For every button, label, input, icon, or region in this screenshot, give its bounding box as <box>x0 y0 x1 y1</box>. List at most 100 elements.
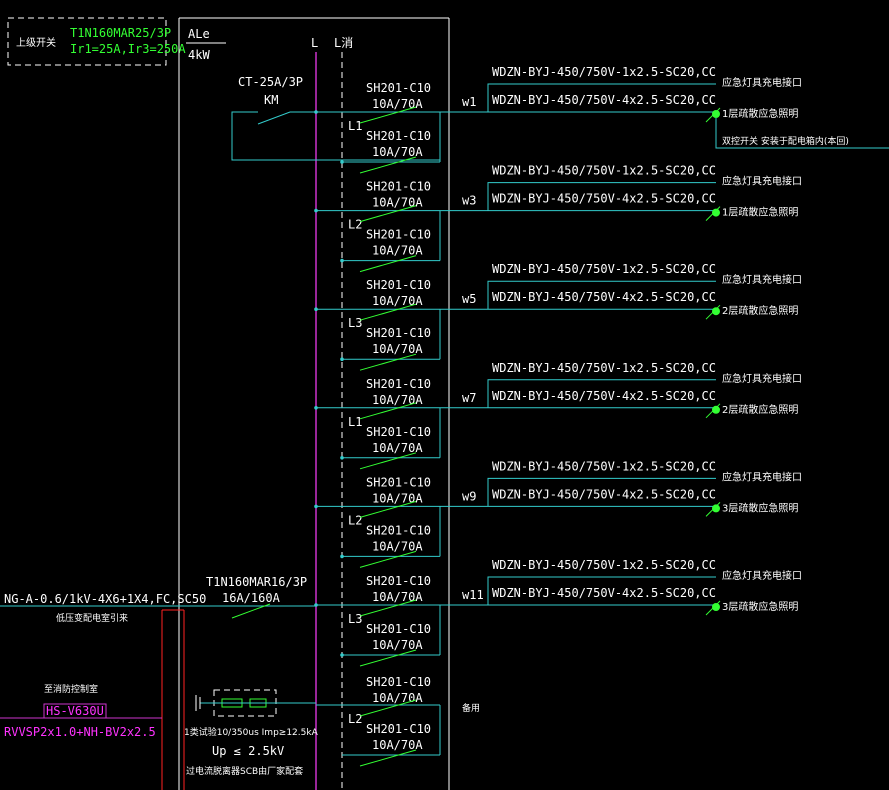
circuit-block: SH201-C1010A/70AL2SH201-C1010A/70Aw3WDZN… <box>314 164 802 273</box>
incoming-cable: NG-A-0.6/1kV-4X6+1X4,FC,SC50 <box>4 592 206 606</box>
destination-a: 应急灯具充电接口 <box>722 470 802 483</box>
bus-tap-dot <box>314 504 318 509</box>
cable-a: WDZN-BYJ-450/750V-1x2.5-SC20,CC <box>492 459 716 473</box>
breaker-a-model: SH201-C10 <box>366 574 431 588</box>
breaker-b-switch <box>359 156 417 174</box>
destination-b: 1层疏散应急照明 <box>722 206 798 219</box>
fire-control-module: HS-V630U <box>46 704 104 718</box>
spd-spec: 1类试验10/350us Imp≥12.5kA <box>184 726 319 738</box>
destination-b: 3层疏散应急照明 <box>722 501 798 514</box>
circuit-phase: L3 <box>348 612 362 626</box>
cable-b: WDZN-BYJ-450/750V-4x2.5-SC20,CC <box>492 192 716 206</box>
circuit-phase: L2 <box>348 218 362 232</box>
breaker-a-model: SH201-C10 <box>366 81 431 95</box>
bus-fire-tap-dot <box>340 258 344 263</box>
fire-control-cable: RVVSP2x1.0+NH-BV2x2.5 <box>4 725 156 739</box>
breaker-b-switch <box>359 550 417 568</box>
spd-note: 过电流脱离器SCB由厂家配套 <box>186 765 303 777</box>
breaker-b-model: SH201-C10 <box>366 326 431 340</box>
fire-control-room: 至消防控制室 <box>44 683 98 695</box>
circuit-id: w7 <box>462 391 476 405</box>
terminal-dot <box>712 405 720 414</box>
destination-a: 应急灯具充电接口 <box>722 273 802 286</box>
breaker-b-model: SH201-C10 <box>366 425 431 439</box>
cable-b: WDZN-BYJ-450/750V-4x2.5-SC20,CC <box>492 290 716 304</box>
circuit-phase: L2 <box>348 513 362 527</box>
breaker-a-model: SH201-C10 <box>366 278 431 292</box>
destination-a: 应急灯具充电接口 <box>722 76 802 89</box>
breaker-b-switch <box>359 452 417 470</box>
destination-b: 2层疏散应急照明 <box>722 403 798 416</box>
bus-fire-tap-dot <box>340 653 344 657</box>
circuit-id: w3 <box>462 194 476 208</box>
breaker-a-rating: 10A/70A <box>372 590 423 604</box>
bus-fire-tap-dot <box>340 554 344 559</box>
circuit-phase: L1 <box>348 415 362 429</box>
terminal-dot <box>712 208 720 217</box>
breaker-a-model: SH201-C10 <box>366 377 431 391</box>
destination-b: 1层疏散应急照明 <box>722 107 798 120</box>
terminal-dot <box>712 307 720 316</box>
spare-switch-b <box>359 749 417 767</box>
cable-a: WDZN-BYJ-450/750V-1x2.5-SC20,CC <box>492 262 716 276</box>
breaker-a-model: SH201-C10 <box>366 180 431 194</box>
spare-label: 备用 <box>462 702 480 714</box>
main-breaker-model: T1N160MAR16/3P <box>206 575 307 589</box>
bus-fire-tap-dot <box>340 357 344 362</box>
incoming-source: 低压变配电室引来 <box>56 612 128 624</box>
circuit-id: w9 <box>462 489 476 503</box>
destination-a: 应急灯具充电接口 <box>722 569 802 582</box>
circuit-id: w5 <box>462 292 476 306</box>
bus-fire-label: L消 <box>334 36 353 50</box>
terminal-dot <box>712 603 720 611</box>
spare-circuit: SH201-C10 10A/70A L2 SH201-C10 10A/70A 备… <box>316 675 480 767</box>
breaker-a-rating: 10A/70A <box>372 393 423 407</box>
main-breaker-rating: 16A/160A <box>222 591 281 605</box>
bus-tap-dot <box>314 208 318 213</box>
circuit-phase: L3 <box>348 316 362 330</box>
spare-breaker-b: SH201-C10 <box>366 722 431 736</box>
breaker-b-model: SH201-C10 <box>366 622 431 636</box>
circuit-block: SH201-C1010A/70AL3SH201-C1010A/70Aw5WDZN… <box>314 262 802 371</box>
circuit-block: SH201-C1010A/70AL1SH201-C1010A/70Aw7WDZN… <box>314 361 802 470</box>
cable-b: WDZN-BYJ-450/750V-4x2.5-SC20,CC <box>492 93 716 107</box>
breaker-b-model: SH201-C10 <box>366 228 431 242</box>
destination-a: 应急灯具充电接口 <box>722 372 802 385</box>
bus-fire-tap-dot <box>340 160 344 164</box>
breaker-a-model: SH201-C10 <box>366 475 431 489</box>
breaker-b-model: SH201-C10 <box>366 129 431 143</box>
circuit-note: 双控开关 安装于配电箱内(本回) <box>722 135 849 147</box>
cable-b: WDZN-BYJ-450/750V-4x2.5-SC20,CC <box>492 487 716 501</box>
panel-name: ALe <box>188 27 210 41</box>
cable-b: WDZN-BYJ-450/750V-4x2.5-SC20,CC <box>492 586 716 600</box>
spd-up: Up ≤ 2.5kV <box>212 744 284 758</box>
cable-a: WDZN-BYJ-450/750V-1x2.5-SC20,CC <box>492 65 716 79</box>
breaker-b-switch <box>359 353 417 371</box>
breaker-a-rating: 10A/70A <box>372 196 423 210</box>
circuit-block: SH201-C1010A/70AL1SH201-C1010A/70Aw1WDZN… <box>314 65 889 174</box>
breaker-b-switch <box>359 255 417 273</box>
destination-b: 2层疏散应急照明 <box>722 304 798 317</box>
contactor-tag: KM <box>264 93 278 107</box>
circuit-list: SH201-C10 10A/70A L1 SH201-C10 10A/70A w1 WDZN… <box>314 65 889 667</box>
upstream-breaker-setting: Ir1=25A,Ir3=250A <box>70 42 186 56</box>
contactor-model: CT-25A/3P <box>238 75 303 89</box>
cable-a: WDZN-BYJ-450/750V-1x2.5-SC20,CC <box>492 361 716 375</box>
bus-l-label: L <box>311 36 318 50</box>
circuit-id: w1 <box>462 95 476 109</box>
spare-phase: L2 <box>348 712 362 726</box>
breaker-a-rating: 10A/70A <box>372 294 423 308</box>
cable-a: WDZN-BYJ-450/750V-1x2.5-SC20,CC <box>492 558 716 572</box>
bus-tap-dot <box>314 307 318 312</box>
terminal-dot <box>712 110 720 118</box>
bus-tap-dot <box>314 110 318 114</box>
upstream-label: 上级开关 <box>16 36 56 49</box>
cable-b: WDZN-BYJ-450/750V-4x2.5-SC20,CC <box>492 389 716 403</box>
circuit-phase: L1 <box>348 119 362 133</box>
destination-a: 应急灯具充电接口 <box>722 175 802 188</box>
circuit-block: SH201-C1010A/70AL3SH201-C1010A/70Aw11WDZ… <box>314 558 802 667</box>
panel-power: 4kW <box>188 48 210 62</box>
contactor-switch <box>257 111 316 125</box>
breaker-a-rating: 10A/70A <box>372 491 423 505</box>
upstream-breaker-model: T1N160MAR25/3P <box>70 26 171 40</box>
